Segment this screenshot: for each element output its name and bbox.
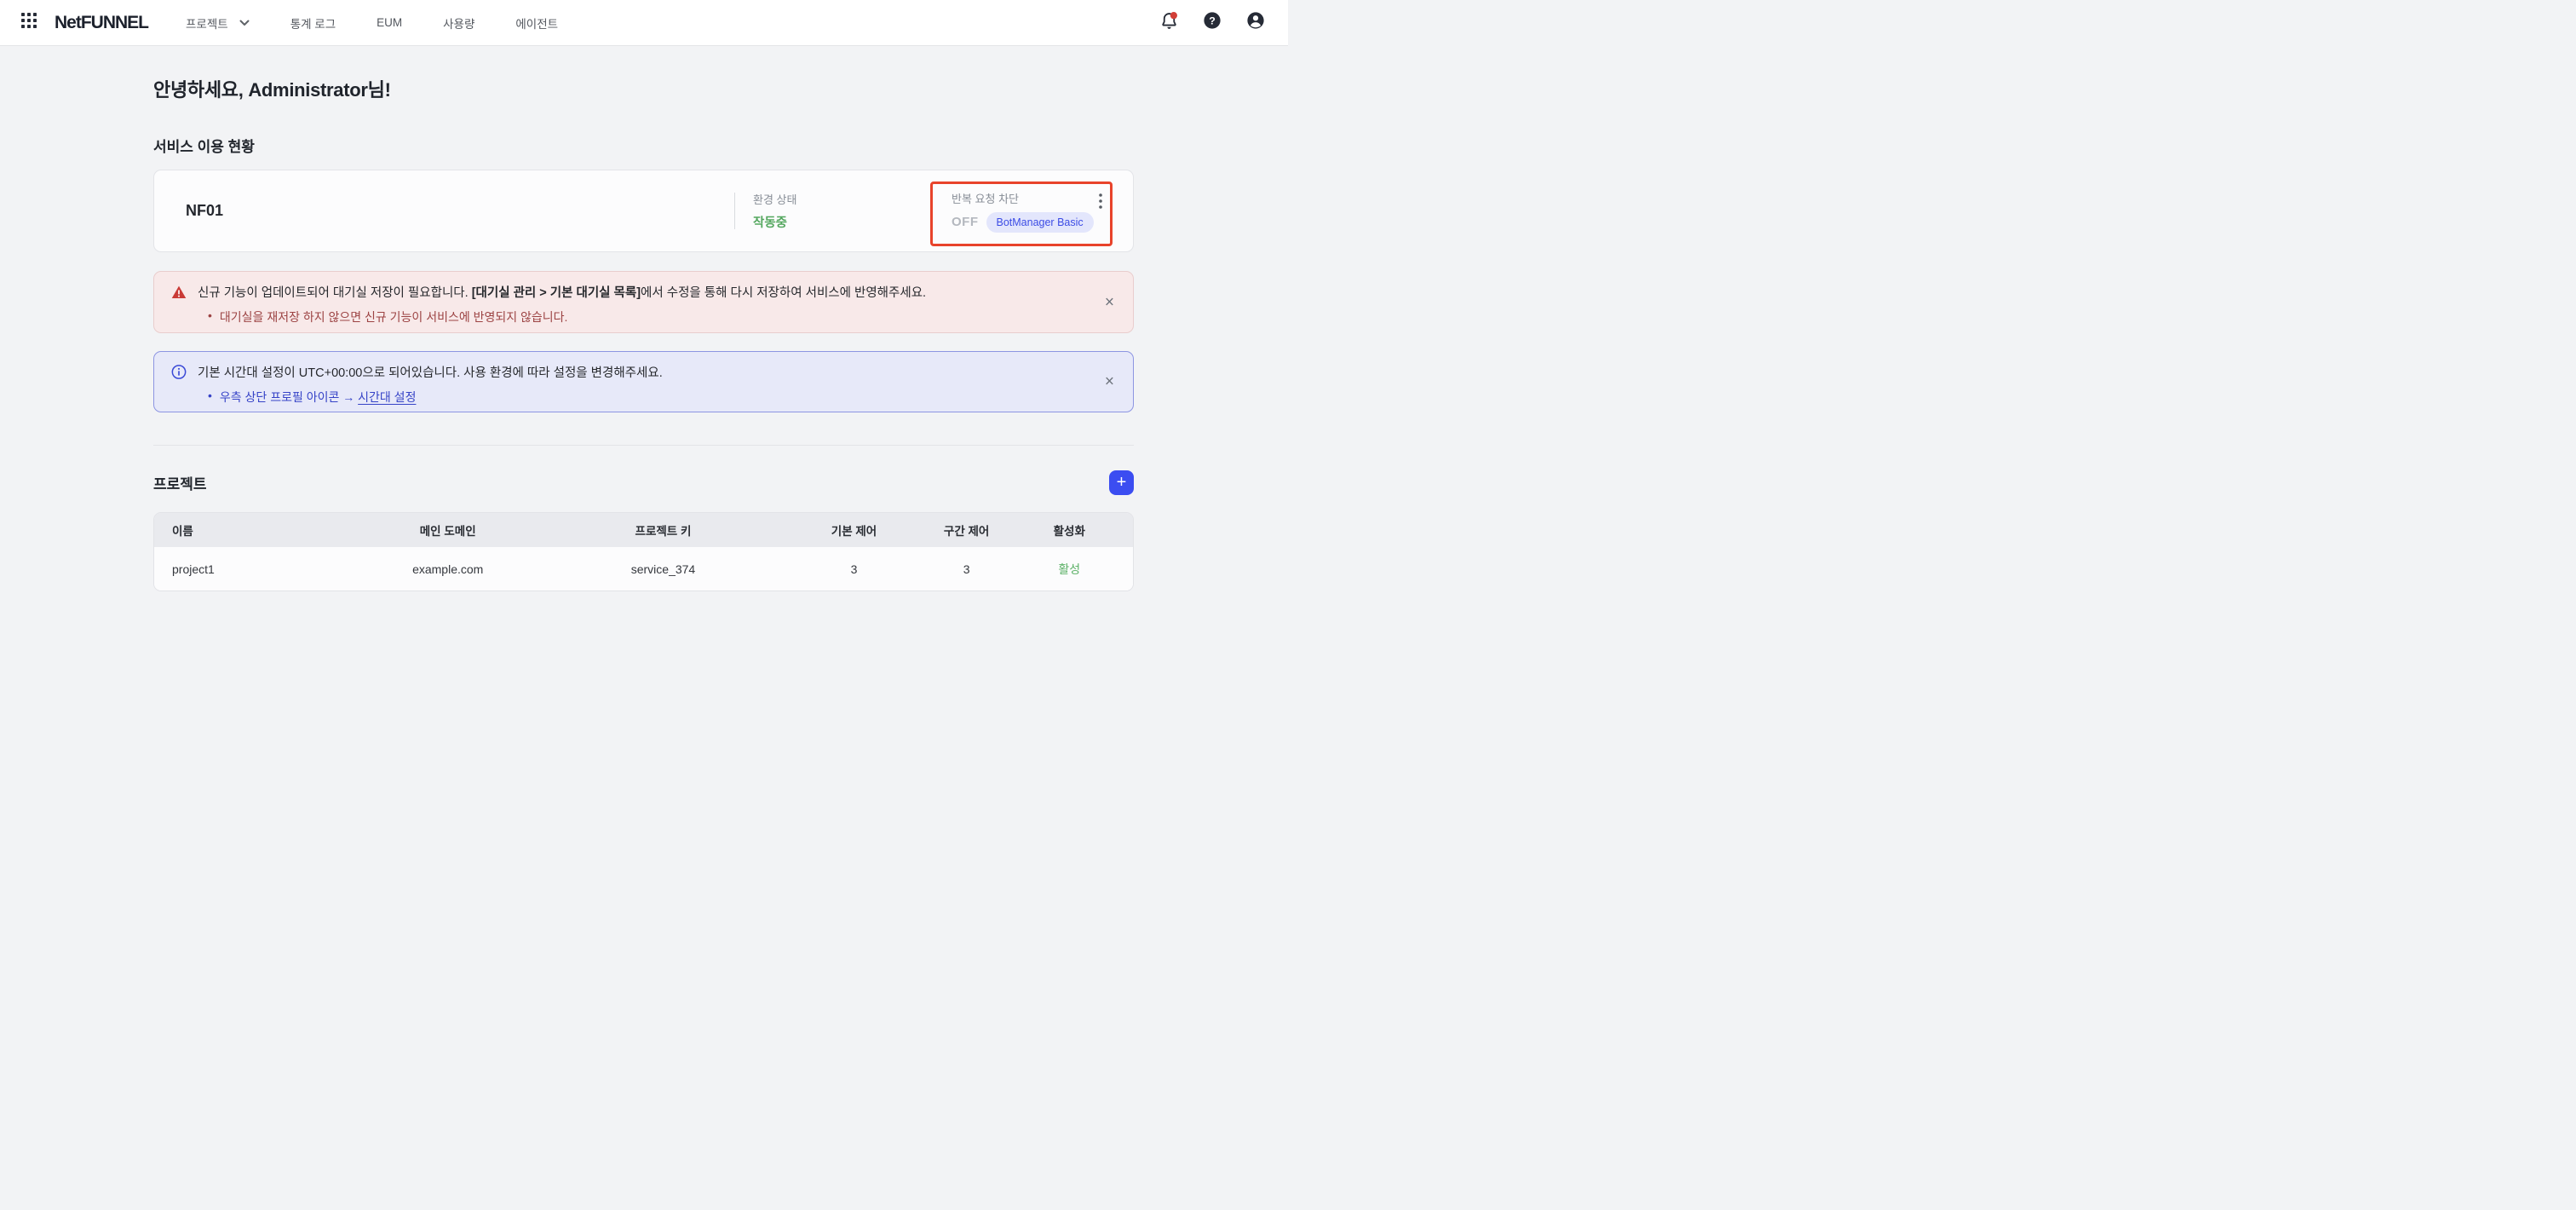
- projects-section-header: 프로젝트 +: [153, 470, 1134, 495]
- repeat-request-state-row: OFF BotManager Basic: [952, 212, 1094, 233]
- warning-bullet-line: • 대기실을 재저장 하지 않으면 신규 기능이 서비스에 반영되지 않습니다.: [208, 308, 1082, 326]
- nav-menu: 프로젝트 통계 로그 EUM 사용량 에이전트: [186, 14, 558, 32]
- nav-item-agent[interactable]: 에이전트: [515, 14, 558, 32]
- nav-item-label: 프로젝트: [186, 14, 228, 32]
- botmanager-badge: BotManager Basic: [986, 212, 1094, 233]
- project-key-cell: service_374: [546, 562, 781, 576]
- project-active-status: 활성: [1006, 561, 1133, 578]
- help-icon: ?: [1203, 11, 1222, 34]
- info-text: 기본 시간대 설정이 UTC+00:00으로 되어있습니다. 사용 환경에 따라…: [198, 363, 663, 381]
- profile-button[interactable]: [1245, 13, 1266, 33]
- info-alert-close-button[interactable]: ×: [1105, 374, 1114, 390]
- project-name-cell: project1: [154, 562, 350, 576]
- nav-item-label: 통계 로그: [290, 14, 336, 32]
- add-project-button[interactable]: +: [1109, 470, 1134, 495]
- netfunnel-logo: NetFUNNEL: [55, 13, 148, 33]
- warning-alert-close-button[interactable]: ×: [1105, 294, 1114, 310]
- repeat-request-block-label: 반복 요청 차단: [952, 190, 1094, 206]
- bell-icon: [1159, 11, 1179, 35]
- project-basic-control-cell: 3: [780, 562, 927, 576]
- projects-section-title: 프로젝트: [153, 472, 207, 493]
- column-header-interval-control: 구간 제어: [928, 521, 1006, 539]
- column-header-active: 활성화: [1006, 521, 1133, 539]
- bullet-glyph: •: [208, 308, 212, 326]
- repeat-request-state: OFF: [952, 215, 979, 229]
- main-content: 안녕하세요, Administrator님! 서비스 이용 현황 NF01 환경…: [153, 75, 1134, 591]
- service-status-card: NF01 환경 상태 작동중 반복 요청 차단 OFF BotManager B…: [153, 170, 1134, 252]
- repeat-request-block: 반복 요청 차단 OFF BotManager Basic: [952, 170, 1094, 251]
- project-interval-control-cell: 3: [928, 562, 1006, 576]
- column-header-project-key: 프로젝트 키: [546, 521, 781, 539]
- nav-item-statistics-log[interactable]: 통계 로그: [290, 14, 336, 32]
- info-bullet-line: • 우측 상단 프로필 아이콘 → 시간대 설정: [208, 389, 1082, 406]
- column-header-domain: 메인 도메인: [350, 521, 546, 539]
- nav-item-label: EUM: [377, 16, 402, 29]
- section-divider: [153, 445, 1134, 446]
- environment-name: NF01: [186, 202, 223, 220]
- notifications-button[interactable]: [1159, 13, 1179, 33]
- project-domain-cell: example.com: [350, 562, 546, 576]
- nav-item-usage[interactable]: 사용량: [443, 14, 474, 32]
- projects-table: 이름 메인 도메인 프로젝트 키 기본 제어 구간 제어 활성화 project…: [153, 512, 1134, 591]
- kebab-menu-icon: [1099, 193, 1102, 213]
- info-alert-message: 기본 시간대 설정이 UTC+00:00으로 되어있습니다. 사용 환경에 따라…: [171, 363, 1082, 381]
- chevron-down-icon: [239, 16, 250, 29]
- nav-right-group: ?: [1159, 13, 1266, 33]
- bullet-glyph: •: [208, 389, 212, 406]
- card-more-options-button[interactable]: [1091, 193, 1110, 212]
- nav-item-label: 에이전트: [515, 14, 558, 32]
- environment-status-block: 환경 상태 작동중: [753, 170, 796, 251]
- nav-item-project[interactable]: 프로젝트: [186, 14, 250, 32]
- column-header-basic-control: 기본 제어: [780, 521, 927, 539]
- nav-left-group: NetFUNNEL 프로젝트 통계 로그 EUM 사용량 에이전트: [17, 11, 558, 35]
- nav-item-label: 사용량: [443, 14, 474, 32]
- warning-triangle-icon: [171, 285, 187, 300]
- column-header-name: 이름: [154, 521, 350, 539]
- warning-alert: 신규 기능이 업데이트되어 대기실 저장이 필요합니다. [대기실 관리 > 기…: [153, 271, 1134, 333]
- warning-text: 신규 기능이 업데이트되어 대기실 저장이 필요합니다. [대기실 관리 > 기…: [198, 283, 926, 301]
- warning-alert-message: 신규 기능이 업데이트되어 대기실 저장이 필요합니다. [대기실 관리 > 기…: [171, 283, 1082, 301]
- page-greeting: 안녕하세요, Administrator님!: [153, 75, 1134, 102]
- plus-icon: +: [1117, 474, 1127, 491]
- svg-text:?: ?: [1209, 14, 1216, 26]
- info-circle-icon: [171, 365, 187, 380]
- service-usage-section-title: 서비스 이용 현황: [153, 135, 1134, 156]
- warning-bullet-text: 대기실을 재저장 하지 않으면 신규 기능이 서비스에 반영되지 않습니다.: [220, 308, 568, 326]
- table-row[interactable]: project1 example.com service_374 3 3 활성: [154, 547, 1133, 591]
- card-vertical-divider: [734, 193, 735, 229]
- top-navbar: NetFUNNEL 프로젝트 통계 로그 EUM 사용량 에이전트: [0, 0, 1288, 46]
- user-avatar-icon: [1246, 11, 1265, 34]
- environment-status-value: 작동중: [753, 213, 796, 231]
- nav-item-eum[interactable]: EUM: [377, 16, 402, 29]
- grid-icon: [21, 13, 37, 32]
- environment-status-label: 환경 상태: [753, 191, 796, 207]
- timezone-settings-link[interactable]: 시간대 설정: [358, 390, 416, 404]
- info-bullet-text: 우측 상단 프로필 아이콘 → 시간대 설정: [220, 389, 417, 406]
- help-button[interactable]: ?: [1202, 13, 1222, 33]
- projects-table-header: 이름 메인 도메인 프로젝트 키 기본 제어 구간 제어 활성화: [154, 513, 1133, 547]
- info-alert: 기본 시간대 설정이 UTC+00:00으로 되어있습니다. 사용 환경에 따라…: [153, 351, 1134, 412]
- app-launcher-button[interactable]: [17, 11, 41, 35]
